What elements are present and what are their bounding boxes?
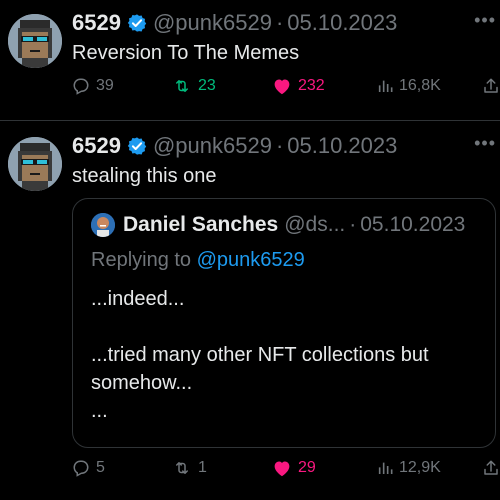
display-name[interactable]: 6529 — [72, 10, 121, 36]
views-icon — [378, 462, 393, 474]
quote-timestamp[interactable]: 05.10.2023 — [360, 213, 465, 237]
heart-icon — [274, 79, 290, 95]
quote-line — [91, 313, 429, 341]
mention-link[interactable]: @punk6529 — [197, 249, 305, 271]
tweet-text: stealing this one — [72, 165, 217, 187]
quote-text: ...indeed... ...tried many other NFT col… — [91, 285, 429, 425]
avatar[interactable] — [8, 137, 62, 191]
retweet-button[interactable]: 1 — [172, 459, 207, 477]
retweet-count: 1 — [198, 459, 207, 476]
verified-badge-icon — [127, 13, 147, 33]
tweet-text: Reversion To The Memes — [72, 42, 300, 64]
timestamp[interactable]: 05.10.2023 — [287, 133, 397, 159]
retweet-icon — [176, 462, 188, 474]
reply-count: 5 — [96, 459, 105, 476]
like-button[interactable]: 29 — [272, 459, 316, 477]
handle[interactable]: @punk6529 — [153, 133, 272, 159]
separator: · — [349, 213, 357, 236]
share-button[interactable] — [482, 459, 500, 477]
more-options-icon[interactable]: ••• — [474, 133, 496, 154]
like-count: 232 — [298, 77, 325, 94]
more-options-icon[interactable]: ••• — [474, 10, 496, 31]
share-icon — [484, 78, 498, 93]
retweet-count: 23 — [198, 77, 216, 94]
heart-icon — [274, 461, 290, 477]
separator: · — [275, 10, 284, 35]
separator: · — [275, 133, 284, 158]
quote-line: ...indeed... — [91, 288, 185, 310]
view-count: 16,8K — [399, 77, 441, 94]
timestamp[interactable]: 05.10.2023 — [287, 10, 397, 36]
quote-line: ... — [91, 400, 108, 422]
retweet-button[interactable]: 23 — [172, 77, 216, 95]
punk-avatar-icon — [8, 137, 62, 191]
share-button[interactable] — [482, 77, 500, 95]
action-bar: 39 23 232 16,8K — [72, 77, 500, 101]
quote-handle[interactable]: @ds... — [284, 213, 345, 237]
reply-button[interactable]: 39 — [72, 77, 114, 95]
retweet-icon — [176, 80, 188, 92]
quoted-tweet[interactable]: Daniel Sanches @ds... · 05.10.2023 Reply… — [72, 198, 496, 448]
reply-button[interactable]: 5 — [72, 459, 105, 477]
avatar[interactable] — [8, 14, 62, 68]
verified-badge-icon — [127, 136, 147, 156]
quote-line: somehow... — [91, 372, 193, 394]
like-count: 29 — [298, 459, 316, 476]
tweet-header: 6529 @punk6529 · 05.10.2023 — [72, 131, 397, 161]
reply-icon — [73, 78, 89, 95]
share-icon — [484, 460, 498, 475]
handle[interactable]: @punk6529 — [153, 10, 272, 36]
quote-line: ...tried many other NFT collections but — [91, 344, 429, 366]
like-button[interactable]: 232 — [272, 77, 325, 95]
reply-count: 39 — [96, 77, 114, 94]
replying-to: Replying to @punk6529 — [91, 249, 305, 272]
display-name[interactable]: 6529 — [72, 133, 121, 159]
tweet-1[interactable]: 6529 @punk6529 · 05.10.2023 ••• Reversio… — [0, 0, 500, 120]
reply-icon — [73, 460, 89, 477]
quote-display-name[interactable]: Daniel Sanches — [123, 213, 278, 237]
quote-avatar[interactable] — [91, 213, 115, 237]
tweet-2[interactable]: 6529 @punk6529 · 05.10.2023 ••• stealing… — [0, 121, 500, 500]
views-button[interactable]: 12,9K — [377, 459, 441, 477]
tweet-header: 6529 @punk6529 · 05.10.2023 — [72, 8, 397, 38]
view-count: 12,9K — [399, 459, 441, 476]
quote-header: Daniel Sanches @ds... · 05.10.2023 — [123, 211, 465, 239]
views-button[interactable]: 16,8K — [377, 77, 441, 95]
replying-to-label: Replying to — [91, 249, 197, 271]
person-avatar-icon — [91, 213, 115, 237]
action-bar: 5 1 29 12,9K — [72, 459, 500, 483]
punk-avatar-icon — [8, 14, 62, 68]
views-icon — [378, 80, 393, 92]
